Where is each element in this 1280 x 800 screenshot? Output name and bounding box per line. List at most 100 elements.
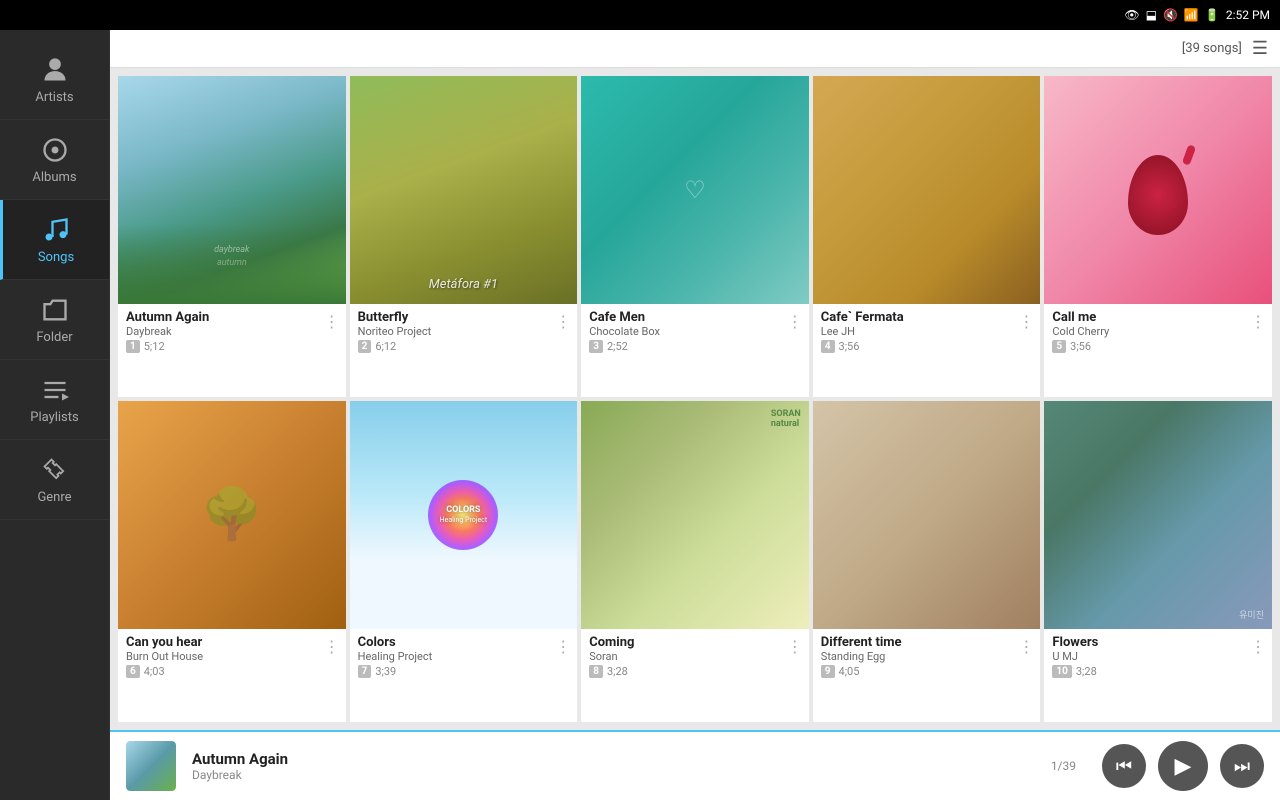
album-artist-5: Cold Cherry [1052,325,1264,338]
album-title-10: Flowers [1052,635,1264,650]
sidebar: Artists Albums Songs Folder Playlists [0,30,110,800]
album-info-6: ⋮ Can you hear Burn Out House 6 4;03 [118,629,346,684]
album-title-1: Autumn Again [126,310,338,325]
album-card-6[interactable]: 🌳 ⋮ Can you hear Burn Out House 6 4;03 [118,401,346,722]
album-icon [39,134,71,166]
album-card-4[interactable]: ⋮ Cafe` Fermata Lee JH 4 3;56 [813,76,1041,397]
sidebar-item-artists[interactable]: Artists [0,40,109,120]
play-button[interactable]: ▶ [1158,741,1208,791]
album-title-3: Cafe Men [589,310,801,325]
album-artist-2: Noriteo Project [358,325,570,338]
more-button-6[interactable]: ⋮ [324,637,340,656]
album-card-8[interactable]: SORANnatural ⋮ Coming Soran 8 3;28 [581,401,809,722]
album-artist-4: Lee JH [821,325,1033,338]
content-header: [39 songs] ☰ [110,30,1280,68]
album-title-6: Can you hear [126,635,338,650]
track-num-4: 4 [821,340,835,353]
album-card-10[interactable]: 유미진 ⋮ Flowers U MJ 10 3;28 [1044,401,1272,722]
more-button-5[interactable]: ⋮ [1250,312,1266,331]
sidebar-label-folder: Folder [36,330,72,345]
track-num-2: 2 [358,340,372,353]
album-art-6: 🌳 [118,401,346,629]
sidebar-label-albums: Albums [32,170,76,185]
sidebar-label-playlists: Playlists [30,410,78,425]
status-bar: 👁 ⬓ 🔇 📶 🔋 2:52 PM [0,0,1280,30]
track-num-10: 10 [1052,665,1071,678]
album-info-10: ⋮ Flowers U MJ 10 3;28 [1044,629,1272,684]
sidebar-item-albums[interactable]: Albums [0,120,109,200]
album-card-5[interactable]: ⋮ Call me Cold Cherry 5 3;56 [1044,76,1272,397]
album-duration-3: 2;52 [607,340,628,353]
more-button-1[interactable]: ⋮ [324,312,340,331]
more-button-4[interactable]: ⋮ [1018,312,1034,331]
list-view-icon[interactable]: ☰ [1252,38,1268,59]
album-artist-1: Daybreak [126,325,338,338]
sidebar-label-artists: Artists [35,90,73,105]
app-container: Artists Albums Songs Folder Playlists [0,30,1280,800]
wifi-icon: 📶 [1184,8,1199,22]
album-info-5: ⋮ Call me Cold Cherry 5 3;56 [1044,304,1272,359]
album-meta-3: 3 2;52 [589,340,801,353]
now-playing-title: Autumn Again [192,750,1035,768]
album-duration-7: 3;39 [375,665,396,678]
album-card-7[interactable]: COLORSHealing Project ⋮ Colors Healing P… [350,401,578,722]
more-button-2[interactable]: ⋮ [555,312,571,331]
more-button-3[interactable]: ⋮ [787,312,803,331]
clock: 2:52 PM [1226,8,1270,22]
sidebar-label-songs: Songs [38,250,74,265]
album-art-3: ♡ [581,76,809,304]
album-meta-6: 6 4;03 [126,665,338,678]
sidebar-item-songs[interactable]: Songs [0,200,109,280]
music-note-icon [40,214,72,246]
album-title-4: Cafe` Fermata [821,310,1033,325]
person-icon [39,54,71,86]
album-info-7: ⋮ Colors Healing Project 7 3;39 [350,629,578,684]
sidebar-item-folder[interactable]: Folder [0,280,109,360]
album-info-3: ⋮ Cafe Men Chocolate Box 3 2;52 [581,304,809,359]
next-button[interactable]: ⏭ [1220,744,1264,788]
album-art-7: COLORSHealing Project [350,401,578,629]
song-count: [39 songs] [1182,41,1242,56]
album-title-9: Different time [821,635,1033,650]
now-playing-info: Autumn Again Daybreak [192,750,1035,782]
album-info-4: ⋮ Cafe` Fermata Lee JH 4 3;56 [813,304,1041,359]
volume-icon: 🔇 [1163,8,1178,22]
album-card-3[interactable]: ♡ ⋮ Cafe Men Chocolate Box 3 2;52 [581,76,809,397]
album-art-9 [813,401,1041,629]
album-art-4 [813,76,1041,304]
album-title-2: Butterfly [358,310,570,325]
album-info-8: ⋮ Coming Soran 8 3;28 [581,629,809,684]
playback-controls: ⏮ ▶ ⏭ [1102,741,1264,791]
prev-button[interactable]: ⏮ [1102,744,1146,788]
album-artist-8: Soran [589,650,801,663]
track-num-9: 9 [821,665,835,678]
more-button-10[interactable]: ⋮ [1250,637,1266,656]
album-duration-4: 3;56 [839,340,860,353]
sidebar-label-genre: Genre [37,490,71,505]
track-num-7: 7 [358,665,372,678]
track-num-3: 3 [589,340,603,353]
album-art-10: 유미진 [1044,401,1272,629]
battery-icon: 🔋 [1205,8,1220,22]
more-button-7[interactable]: ⋮ [555,637,571,656]
content-area: [39 songs] ☰ daybreakautumn ⋮ Autumn Aga… [110,30,1280,800]
sidebar-item-genre[interactable]: Genre [0,440,109,520]
sidebar-item-playlists[interactable]: Playlists [0,360,109,440]
album-duration-8: 3;28 [607,665,628,678]
track-num-6: 6 [126,665,140,678]
more-button-9[interactable]: ⋮ [1018,637,1034,656]
album-meta-9: 9 4;05 [821,665,1033,678]
album-meta-1: 1 5;12 [126,340,338,353]
album-card-2[interactable]: Metáfora #1 ⋮ Butterfly Noriteo Project … [350,76,578,397]
album-card-9[interactable]: ⋮ Different time Standing Egg 9 4;05 [813,401,1041,722]
album-artist-7: Healing Project [358,650,570,663]
eye-icon: 👁 [1124,8,1139,22]
album-duration-1: 5;12 [144,340,165,353]
guitar-icon [39,454,71,486]
more-button-8[interactable]: ⋮ [787,637,803,656]
album-artist-9: Standing Egg [821,650,1033,663]
track-counter: 1/39 [1051,759,1076,773]
album-meta-8: 8 3;28 [589,665,801,678]
album-card-1[interactable]: daybreakautumn ⋮ Autumn Again Daybreak 1… [118,76,346,397]
album-title-8: Coming [589,635,801,650]
